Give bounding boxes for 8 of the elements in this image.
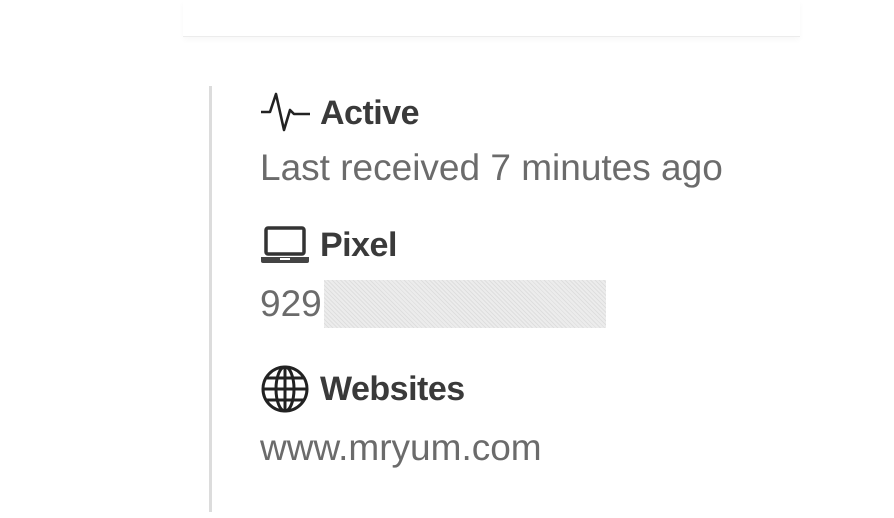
detail-value: www.mryum.com (260, 428, 542, 468)
detail-value: 929 (260, 284, 322, 324)
detail-title: Websites (320, 369, 465, 409)
detail-title: Pixel (320, 225, 397, 265)
laptop-icon (260, 224, 312, 266)
detail-title: Active (320, 93, 420, 133)
detail-value: Last received 7 minutes ago (260, 148, 723, 188)
pulse-icon (260, 92, 312, 134)
